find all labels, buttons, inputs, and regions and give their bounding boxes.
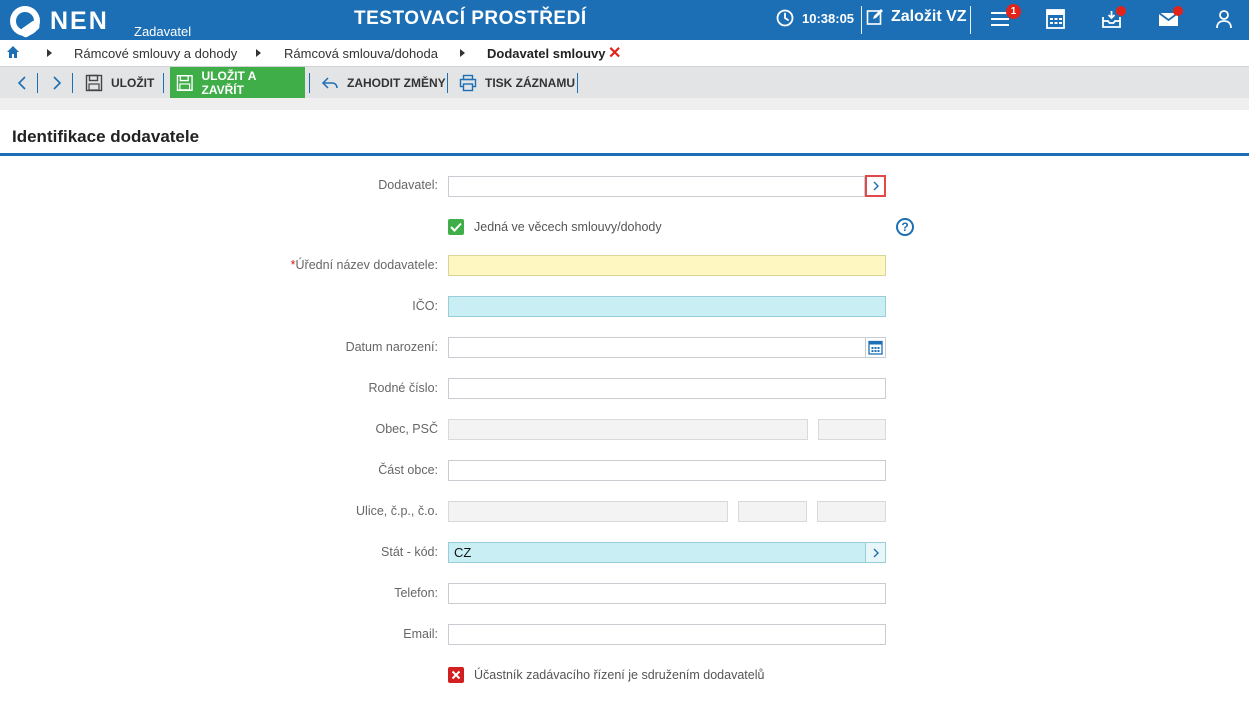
chevron-right-icon [873, 548, 879, 557]
country-picker-button[interactable] [865, 542, 886, 563]
cross-icon [451, 670, 461, 680]
city-part-label: Část obce: [378, 463, 438, 477]
print-icon [459, 74, 477, 91]
top-header: NEN Zadavatel TESTOVACÍ PROSTŘEDÍ 10:38:… [0, 0, 1249, 40]
menu-badge: 1 [1006, 4, 1021, 19]
create-vz-label: Založit VZ [891, 8, 967, 25]
breadcrumb-current: Dodavatel smlouvy [487, 46, 606, 61]
save-label: ULOŽIT [111, 75, 155, 90]
orientation-number-field [817, 501, 886, 522]
street-label: Ulice, č.p., č.o. [356, 504, 438, 518]
ico-label: IČO: [412, 299, 438, 313]
logo-subtitle: Zadavatel [134, 24, 192, 39]
toolbar-divider [309, 73, 310, 93]
birth-number-label: Rodné číslo: [368, 381, 438, 395]
toolbar: ULOŽIT ULOŽIT A ZAVŘÍT ZAHODIT ZMĚNY TIS… [0, 66, 1249, 98]
create-vz-button[interactable]: Založit VZ [866, 8, 967, 26]
birth-date-field[interactable] [448, 337, 866, 358]
email-field[interactable] [448, 624, 886, 645]
house-number-field [738, 501, 807, 522]
calendar-icon [868, 340, 883, 355]
breadcrumb-item[interactable]: Rámcové smlouvy a dohody [74, 46, 237, 61]
official-name-field[interactable] [448, 255, 886, 276]
toolbar-divider [163, 73, 164, 93]
undo-icon [321, 76, 338, 89]
print-record-label: TISK ZÁZNAMU [485, 75, 575, 90]
discard-changes-label: ZAHODIT ZMĚNY [347, 75, 446, 90]
country-field[interactable]: CZ [448, 542, 866, 563]
save-button[interactable]: ULOŽIT [79, 67, 160, 98]
city-zip-label: Obec, PSČ [375, 422, 438, 436]
breadcrumb-item[interactable]: Rámcová smlouva/dohoda [284, 46, 438, 61]
supplier-label: Dodavatel: [378, 178, 438, 192]
street-field [448, 501, 728, 522]
calculator-icon[interactable] [1044, 8, 1068, 30]
supplier-picker-button[interactable] [865, 175, 886, 197]
section-title: Identifikace dodavatele [12, 127, 200, 146]
phone-field[interactable] [448, 583, 886, 604]
official-name-label: *Úřední název dodavatele: [0, 258, 438, 272]
close-tab-icon[interactable]: ✕ [608, 43, 621, 63]
city-part-field[interactable] [448, 460, 886, 481]
checkmark-icon [450, 222, 462, 232]
back-arrow-icon[interactable] [14, 74, 30, 92]
edit-icon [866, 9, 883, 25]
mail-notification-dot [1173, 6, 1183, 16]
help-icon[interactable]: ? [896, 218, 914, 236]
email-label: Email: [403, 627, 438, 641]
breadcrumb-arrow-icon [256, 49, 261, 57]
ico-field[interactable] [448, 296, 886, 317]
toolbar-divider [577, 73, 578, 93]
association-checkbox[interactable] [448, 667, 464, 683]
birth-date-label: Datum narození: [345, 340, 438, 354]
discard-changes-button[interactable]: ZAHODIT ZMĚNY [315, 67, 452, 98]
print-record-button[interactable]: TISK ZÁZNAMU [453, 67, 581, 98]
clock-icon [776, 9, 794, 27]
section-underline [0, 153, 1249, 156]
session-clock: 10:38:05 [776, 9, 854, 27]
birth-number-field[interactable] [448, 378, 886, 399]
zip-field [818, 419, 886, 440]
city-field [448, 419, 808, 440]
toolbar-divider [72, 73, 73, 93]
save-icon [85, 74, 103, 91]
supplier-field[interactable] [448, 176, 865, 197]
calendar-button[interactable] [865, 337, 886, 358]
clock-time: 10:38:05 [802, 10, 855, 26]
acting-checkbox-label: Jedná ve věcech smlouvy/dohody [474, 220, 662, 234]
toolbar-spacer [0, 98, 1249, 110]
association-checkbox-label: Účastník zadávacího řízení je sdružením … [474, 668, 765, 682]
breadcrumb-arrow-icon [47, 49, 52, 57]
user-icon[interactable] [1212, 8, 1236, 30]
environment-title: TESTOVACÍ PROSTŘEDÍ [354, 8, 587, 29]
home-icon[interactable] [6, 45, 20, 59]
toolbar-divider [447, 73, 448, 93]
header-divider [970, 6, 971, 34]
toolbar-divider [37, 73, 38, 93]
breadcrumb: Rámcové smlouvy a dohody Rámcová smlouva… [0, 40, 1249, 66]
save-icon [176, 74, 193, 91]
phone-label: Telefon: [394, 586, 438, 600]
logo-icon [10, 6, 40, 36]
breadcrumb-arrow-icon [460, 49, 465, 57]
header-divider [861, 6, 862, 34]
official-name-label-text: Úřední název dodavatele: [295, 258, 438, 272]
save-and-close-button[interactable]: ULOŽIT A ZAVŘÍT [170, 67, 305, 98]
acting-checkbox[interactable] [448, 219, 464, 235]
inbox-notification-dot [1116, 6, 1126, 16]
chevron-right-icon [873, 181, 879, 191]
country-label: Stát - kód: [381, 545, 438, 559]
save-and-close-label: ULOŽIT A ZAVŘÍT [201, 68, 256, 97]
logo-text: NEN [50, 7, 109, 35]
forward-arrow-icon[interactable] [49, 74, 65, 92]
